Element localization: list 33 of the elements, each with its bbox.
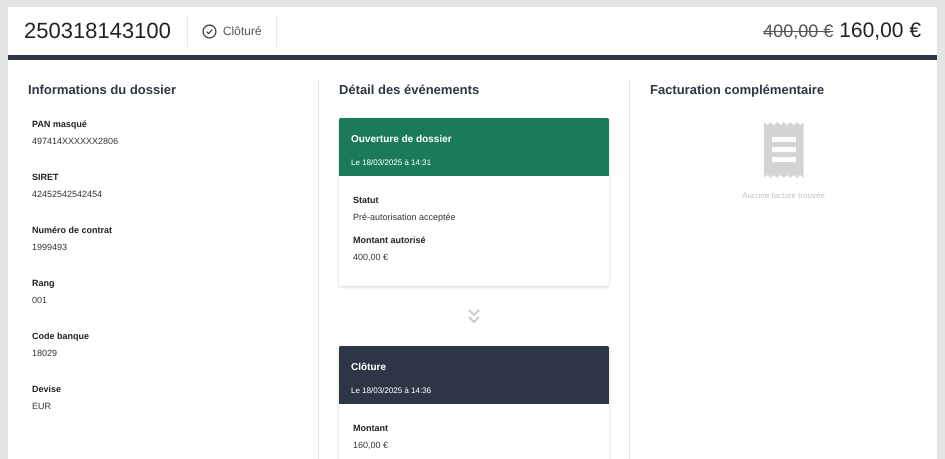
field-value: 1999493 — [32, 241, 68, 254]
original-amount: 400,00 € — [763, 20, 834, 44]
section-title: Informations du dossier — [28, 81, 178, 99]
event-title: Clôture — [351, 360, 386, 374]
field-value: 42452542542454 — [32, 188, 102, 201]
field-label: Devise — [32, 382, 62, 396]
event-date: Le 18/03/2025 à 14:36 — [351, 384, 432, 396]
empty-message: Aucune facture trouvée — [742, 190, 825, 202]
field-label: Montant autorisé — [353, 234, 426, 246]
field-value: Pré-autorisation acceptée — [353, 211, 456, 224]
section-title: Détail des événements — [339, 81, 480, 99]
field-label: Numéro de contrat — [32, 224, 112, 236]
status-label: Clôturé — [222, 23, 262, 40]
field-value: EUR — [32, 400, 52, 413]
field-label: Statut — [353, 194, 380, 206]
event-date: Le 18/03/2025 à 14:31 — [351, 156, 432, 168]
final-amount: 160,00 € — [839, 18, 921, 44]
field-value: 18029 — [32, 347, 58, 360]
field-label: SIRET — [32, 170, 60, 184]
check-circle-icon — [202, 24, 217, 38]
field-label: Code banque — [32, 330, 90, 343]
field-value: 001 — [32, 294, 48, 307]
field-label: Rang — [32, 276, 54, 290]
receipt-icon — [764, 120, 804, 180]
field-value: 160,00 € — [353, 439, 388, 452]
chevrons-down-icon — [467, 308, 481, 324]
field-label: Montant — [353, 422, 388, 434]
event-title: Ouverture de dossier — [351, 132, 452, 146]
field-label: PAN masqué — [32, 118, 88, 131]
dossier-number: 250318143100 — [24, 15, 188, 47]
field-value: 497414XXXXXX2806 — [32, 135, 118, 148]
section-title: Facturation complémentaire — [650, 81, 826, 99]
field-value: 400,00 € — [353, 251, 390, 264]
